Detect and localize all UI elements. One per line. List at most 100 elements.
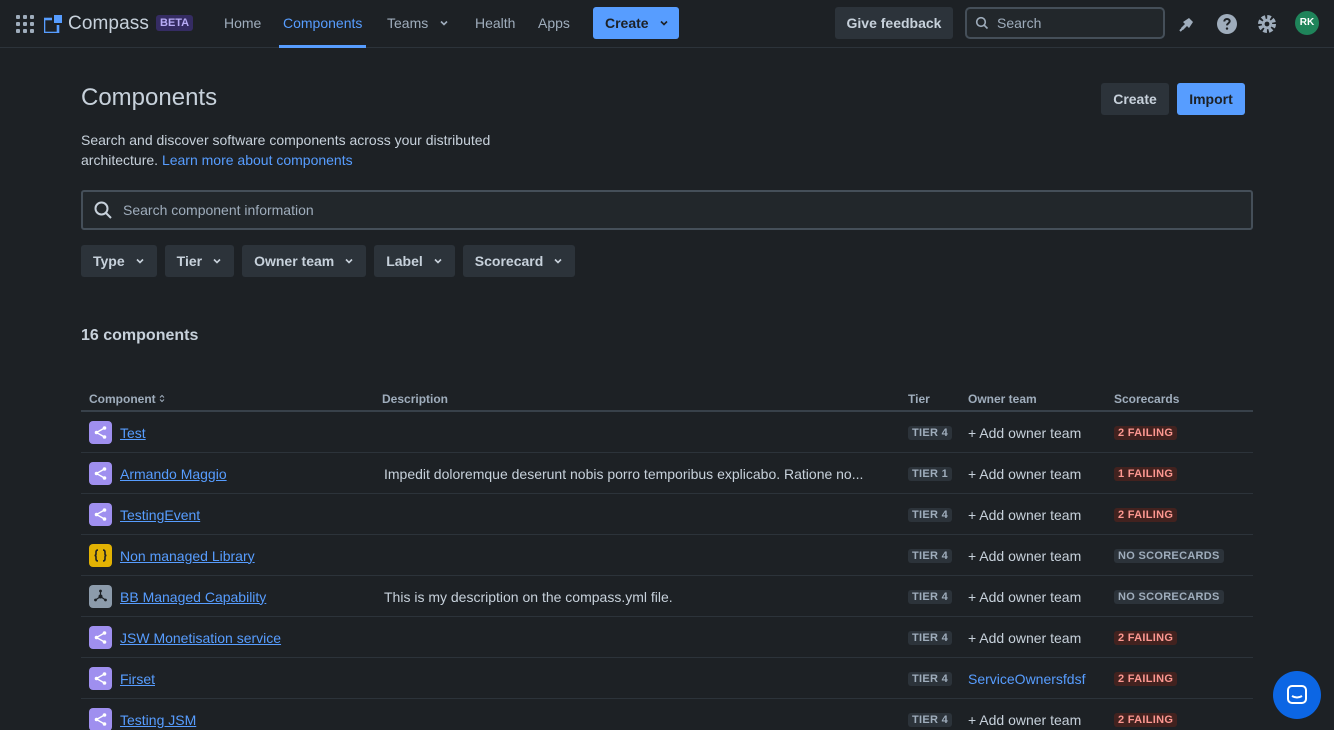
compass-logo[interactable]: Compass — [44, 12, 149, 36]
chevron-down-icon — [344, 256, 354, 266]
table-row[interactable]: Armando Maggio Impedit doloremque deseru… — [81, 453, 1253, 494]
user-avatar[interactable]: RK — [1295, 11, 1319, 35]
add-owner-team-button[interactable]: + Add owner team — [968, 576, 1081, 617]
scorecard-status-badge[interactable]: 2 FAILING — [1114, 713, 1177, 727]
scorecard-cell: 2 FAILING — [1114, 658, 1177, 699]
tier-cell: TIER 1 — [908, 453, 952, 494]
description-cell: Impedit doloremque deserunt nobis porro … — [384, 453, 884, 494]
notifications-icon[interactable] — [1175, 12, 1199, 36]
nav-teams[interactable]: Teams — [383, 0, 453, 48]
filter-scorecard[interactable]: Scorecard — [463, 245, 575, 277]
scorecard-status-badge[interactable]: NO SCORECARDS — [1114, 590, 1224, 604]
component-name-link[interactable]: TestingEvent — [120, 507, 200, 523]
component-search-input[interactable] — [123, 202, 1223, 218]
tier-badge: TIER 4 — [908, 590, 952, 604]
owner-team-link[interactable]: ServiceOwnersfdsf — [968, 658, 1085, 699]
nav-create-label: Create — [605, 15, 649, 31]
top-navigation: Compass BETA Home Components Teams Healt… — [0, 0, 1334, 48]
add-owner-team-button[interactable]: + Add owner team — [968, 453, 1081, 494]
filter-label: Type — [93, 245, 125, 277]
filter-bar: Type Tier Owner team Label Scorecard — [81, 245, 575, 277]
service-icon — [89, 503, 112, 526]
add-owner-team-button[interactable]: + Add owner team — [968, 494, 1081, 535]
add-owner-team-button[interactable]: + Add owner team — [968, 699, 1081, 730]
description-cell — [384, 617, 884, 658]
give-feedback-button[interactable]: Give feedback — [835, 7, 953, 39]
library-icon — [89, 544, 112, 567]
description-cell: This is my description on the compass.ym… — [384, 576, 884, 617]
nav-home[interactable]: Home — [220, 0, 265, 48]
column-header-owner: Owner team — [968, 392, 1037, 406]
table-row[interactable]: Test TIER 4 + Add owner team 2 FAILING — [81, 412, 1253, 453]
table-row[interactable]: Firset TIER 4 ServiceOwnersfdsf 2 FAILIN… — [81, 658, 1253, 699]
scorecard-status-badge[interactable]: 2 FAILING — [1114, 631, 1177, 645]
column-header-tier: Tier — [908, 392, 930, 406]
app-switcher-icon[interactable] — [12, 12, 36, 36]
table-row[interactable]: Non managed Library TIER 4 + Add owner t… — [81, 535, 1253, 576]
component-name-link[interactable]: Testing JSM — [120, 712, 196, 728]
nav-components[interactable]: Components — [279, 0, 366, 48]
component-name-link[interactable]: JSW Monetisation service — [120, 630, 281, 646]
component-name-link[interactable]: Armando Maggio — [120, 466, 227, 482]
add-owner-team-button[interactable]: + Add owner team — [968, 535, 1081, 576]
description-cell — [384, 535, 884, 576]
chat-support-button[interactable] — [1273, 671, 1321, 719]
beta-badge: BETA — [156, 15, 193, 31]
component-name-link[interactable]: BB Managed Capability — [120, 589, 266, 605]
nav-health[interactable]: Health — [471, 0, 519, 48]
column-header-description: Description — [382, 392, 448, 406]
description-cell — [384, 658, 884, 699]
table-row[interactable]: JSW Monetisation service TIER 4 + Add ow… — [81, 617, 1253, 658]
scorecard-cell: NO SCORECARDS — [1114, 576, 1224, 617]
nav-apps[interactable]: Apps — [534, 0, 574, 48]
tier-badge: TIER 1 — [908, 467, 952, 481]
capability-icon — [89, 585, 112, 608]
component-cell: BB Managed Capability — [89, 576, 266, 617]
global-search[interactable] — [965, 7, 1165, 39]
component-name-link[interactable]: Firset — [120, 671, 155, 687]
import-button[interactable]: Import — [1177, 83, 1245, 115]
filter-label[interactable]: Label — [374, 245, 455, 277]
component-cell: Non managed Library — [89, 535, 255, 576]
tier-badge: TIER 4 — [908, 672, 952, 686]
tier-cell: TIER 4 — [908, 494, 952, 535]
compass-logo-icon — [44, 15, 62, 33]
component-cell: JSW Monetisation service — [89, 617, 281, 658]
filter-tier[interactable]: Tier — [165, 245, 234, 277]
scorecard-status-badge[interactable]: 1 FAILING — [1114, 467, 1177, 481]
description-cell — [384, 412, 884, 453]
page-title: Components — [81, 84, 217, 112]
table-row[interactable]: BB Managed Capability This is my descrip… — [81, 576, 1253, 617]
search-icon — [975, 16, 989, 30]
component-cell: Armando Maggio — [89, 453, 227, 494]
settings-gear-icon[interactable] — [1255, 12, 1279, 36]
scorecard-cell: 1 FAILING — [1114, 453, 1177, 494]
column-header-component[interactable]: Component — [89, 392, 165, 406]
component-name-link[interactable]: Test — [120, 425, 146, 441]
help-icon[interactable] — [1215, 12, 1239, 36]
nav-create-button[interactable]: Create — [593, 7, 679, 39]
filter-label: Scorecard — [475, 245, 543, 277]
create-component-button[interactable]: Create — [1101, 83, 1169, 115]
scorecard-cell: NO SCORECARDS — [1114, 535, 1224, 576]
scorecard-status-badge[interactable]: 2 FAILING — [1114, 508, 1177, 522]
column-header-label: Component — [89, 392, 156, 406]
scorecard-status-badge[interactable]: NO SCORECARDS — [1114, 549, 1224, 563]
global-search-input[interactable] — [997, 15, 1147, 31]
filter-type[interactable]: Type — [81, 245, 157, 277]
chat-icon — [1285, 683, 1309, 707]
component-cell: TestingEvent — [89, 494, 200, 535]
tier-badge: TIER 4 — [908, 508, 952, 522]
component-description: Impedit doloremque deserunt nobis porro … — [384, 466, 863, 482]
scorecard-status-badge[interactable]: 2 FAILING — [1114, 426, 1177, 440]
add-owner-team-button[interactable]: + Add owner team — [968, 617, 1081, 658]
scorecard-status-badge[interactable]: 2 FAILING — [1114, 672, 1177, 686]
components-table: Component Description Tier Owner team Sc… — [81, 388, 1253, 730]
add-owner-team-button[interactable]: + Add owner team — [968, 412, 1081, 453]
component-name-link[interactable]: Non managed Library — [120, 548, 255, 564]
table-row[interactable]: Testing JSM TIER 4 + Add owner team 2 FA… — [81, 699, 1253, 730]
filter-owner-team[interactable]: Owner team — [242, 245, 366, 277]
learn-more-link[interactable]: Learn more about components — [162, 152, 353, 168]
table-row[interactable]: TestingEvent TIER 4 + Add owner team 2 F… — [81, 494, 1253, 535]
component-search[interactable] — [81, 190, 1253, 230]
